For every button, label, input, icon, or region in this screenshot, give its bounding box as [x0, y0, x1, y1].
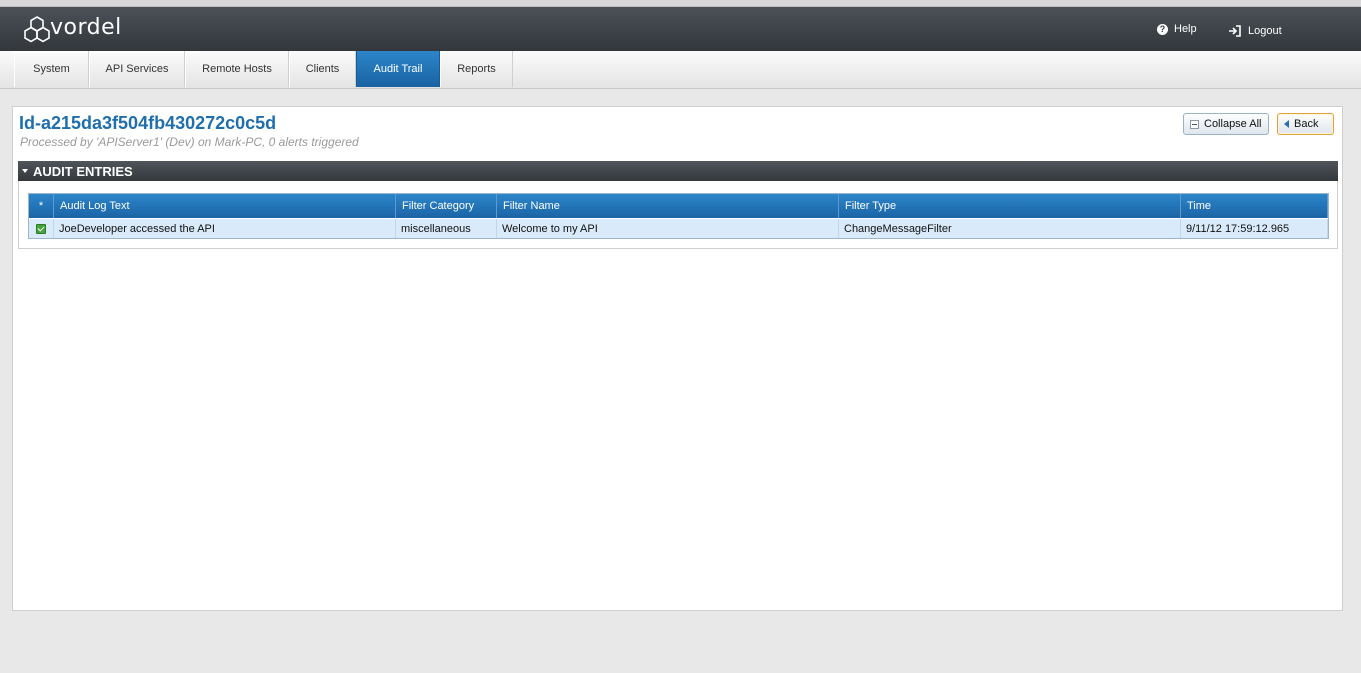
success-check-icon: [36, 223, 46, 234]
page-subtitle: Processed by 'APIServer1' (Dev) on Mark-…: [20, 135, 359, 149]
tab-system[interactable]: System: [14, 51, 89, 87]
tab-audit-trail[interactable]: Audit Trail: [356, 51, 440, 87]
page-title: Id-a215da3f504fb430272c0c5d: [19, 113, 277, 133]
col-header-audit-log-text[interactable]: Audit Log Text: [54, 194, 396, 218]
col-header-filter-type[interactable]: Filter Type: [839, 194, 1181, 218]
section-title: AUDIT ENTRIES: [33, 163, 133, 179]
back-button[interactable]: Back: [1277, 113, 1334, 135]
back-arrow-icon: [1284, 120, 1289, 128]
audit-entries-section-header[interactable]: AUDIT ENTRIES: [18, 161, 1338, 181]
collapse-all-button[interactable]: Collapse All: [1183, 113, 1269, 135]
tabs: System API Services Remote Hosts Clients…: [14, 51, 513, 88]
table-row[interactable]: JoeDeveloper accessed the API miscellane…: [29, 218, 1328, 238]
col-header-status[interactable]: *: [29, 194, 54, 218]
logout-link[interactable]: Logout: [1228, 25, 1282, 37]
filter-category-cell: miscellaneous: [396, 219, 497, 238]
caret-down-icon: [22, 169, 28, 173]
collapse-icon: [1190, 119, 1199, 129]
tab-reports[interactable]: Reports: [440, 51, 513, 87]
back-label: Back: [1294, 118, 1319, 130]
vordel-logo[interactable]: vordel: [22, 14, 122, 44]
help-label: Help: [1174, 23, 1197, 35]
browser-top-strip: [0, 0, 1361, 7]
table-header-row: * Audit Log Text Filter Category Filter …: [29, 194, 1328, 218]
tab-api-services[interactable]: API Services: [89, 51, 185, 87]
help-icon: ?: [1157, 23, 1168, 35]
logout-icon: [1229, 25, 1241, 37]
main-tab-bar: System API Services Remote Hosts Clients…: [0, 51, 1361, 89]
audit-log-text-cell: JoeDeveloper accessed the API: [54, 219, 396, 238]
col-header-filter-category[interactable]: Filter Category: [396, 194, 497, 218]
app-header: vordel ? Help Logout: [0, 7, 1361, 51]
filter-type-cell: ChangeMessageFilter: [839, 219, 1181, 238]
hexagon-logo-icon: [24, 16, 50, 43]
logout-label: Logout: [1248, 25, 1282, 37]
help-link[interactable]: ? Help: [1157, 23, 1197, 35]
col-header-filter-name[interactable]: Filter Name: [497, 194, 839, 218]
filter-name-cell: Welcome to my API: [497, 219, 839, 238]
tab-clients[interactable]: Clients: [289, 51, 356, 87]
status-cell: [29, 219, 54, 238]
detail-panel: Id-a215da3f504fb430272c0c5d Processed by…: [12, 106, 1343, 611]
collapse-all-label: Collapse All: [1204, 118, 1262, 130]
time-cell: 9/11/12 17:59:12.965: [1181, 219, 1328, 238]
logo-text: vordel: [50, 15, 122, 40]
col-header-time[interactable]: Time: [1181, 194, 1328, 218]
tab-remote-hosts[interactable]: Remote Hosts: [185, 51, 289, 87]
audit-entries-table: * Audit Log Text Filter Category Filter …: [28, 193, 1329, 239]
